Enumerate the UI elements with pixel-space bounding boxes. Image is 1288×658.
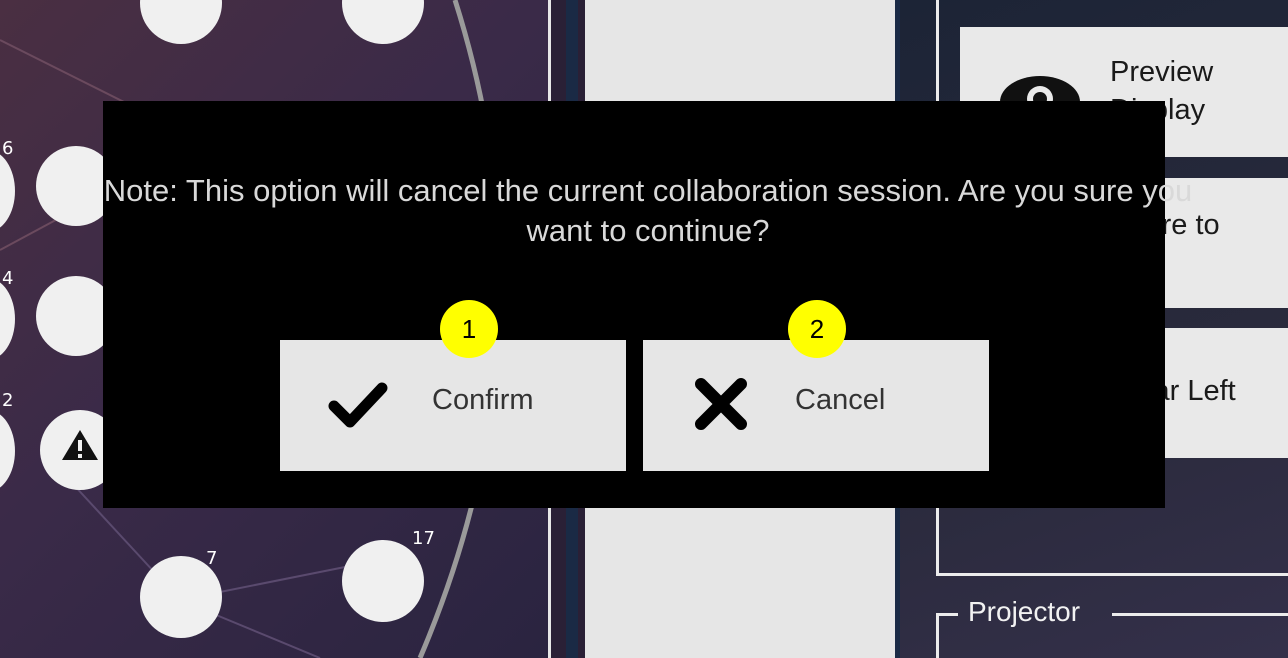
projector-frame	[936, 613, 939, 658]
cancel-button[interactable]: Cancel	[643, 340, 989, 471]
seat-number: 4	[2, 268, 14, 289]
confirm-label: Confirm	[432, 384, 534, 416]
confirm-button[interactable]: Confirm	[280, 340, 626, 471]
confirmation-dialog: Note: This option will cancel the curren…	[103, 101, 1192, 508]
seat[interactable]	[342, 540, 424, 622]
callout-badge-cancel: 2	[788, 300, 846, 358]
x-icon	[695, 378, 747, 430]
cancel-label: Cancel	[795, 384, 886, 416]
checkmark-icon	[328, 382, 388, 428]
projector-frame	[1112, 613, 1288, 616]
seat-number: 7	[206, 548, 218, 569]
seat-number: 17	[412, 528, 435, 549]
seat-number: 6	[2, 138, 14, 159]
seat-number: 2	[2, 390, 14, 411]
projector-label: Projector	[968, 596, 1081, 627]
projector-frame	[936, 613, 958, 616]
dialog-message: Note: This option will cancel the curren…	[103, 173, 1193, 248]
callout-badge-confirm: 1	[440, 300, 498, 358]
